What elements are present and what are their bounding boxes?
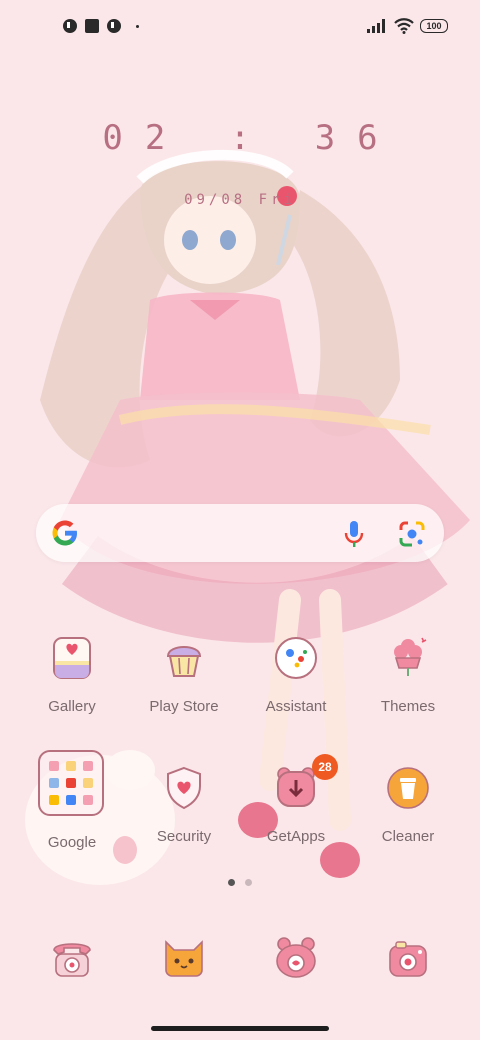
gallery-icon <box>53 637 91 679</box>
google-icon <box>52 520 77 546</box>
notification-badge: 28 <box>312 754 338 780</box>
status-bar: 100 <box>0 14 480 42</box>
app-label: Themes <box>380 698 436 715</box>
app-google-folder-label: Google <box>16 770 128 890</box>
app-gallery[interactable]: Gallery <box>16 634 128 754</box>
page-indicator[interactable] <box>0 879 480 886</box>
trash-can-icon <box>387 767 429 809</box>
google-lens-icon[interactable] <box>398 520 426 548</box>
cat-messages-icon[interactable] <box>160 934 208 982</box>
app-getapps[interactable]: 28 GetApps <box>240 754 352 884</box>
cupcake-icon <box>166 646 202 677</box>
app-label: Play Store <box>149 698 219 715</box>
app-security[interactable]: Security <box>128 764 240 884</box>
app-play-store[interactable]: Play Store <box>128 634 240 754</box>
battery-level: 100 <box>426 21 442 31</box>
app-label: Assistant <box>265 698 327 715</box>
assistant-icon <box>275 637 317 679</box>
clock-date[interactable]: 09/08 Fri <box>0 192 480 208</box>
app-square-icon <box>85 19 99 33</box>
more-notifications-dot <box>136 24 139 28</box>
page-dot-2[interactable] <box>245 879 252 886</box>
status-bar-notifications <box>62 18 139 34</box>
app-cleaner[interactable]: Cleaner <box>352 764 464 884</box>
home-indicator-bar[interactable] <box>151 1026 329 1031</box>
app-label: GetApps <box>266 828 326 845</box>
status-bar-system: 100 <box>366 18 448 34</box>
signal-icon <box>367 19 385 33</box>
app-assistant[interactable]: Assistant <box>240 634 352 754</box>
shield-heart-icon <box>167 766 201 810</box>
microphone-icon[interactable] <box>342 519 366 549</box>
clock-time[interactable]: 02 : 36 <box>0 118 480 158</box>
bear-browser-icon[interactable] <box>272 934 320 982</box>
app-label: Security <box>156 828 212 845</box>
battery-icon: 100 <box>420 19 448 33</box>
notification-icon <box>63 19 77 33</box>
app-label: Cleaner <box>381 828 435 845</box>
app-label: Google <box>47 834 97 851</box>
flower-pot-icon <box>394 637 427 676</box>
wifi-icon <box>394 18 414 34</box>
notification-icon <box>107 19 121 33</box>
app-themes[interactable]: Themes <box>352 634 464 754</box>
google-search-bar[interactable] <box>36 504 444 562</box>
page-dot-1[interactable] <box>228 879 235 886</box>
phone-icon[interactable] <box>48 934 96 982</box>
app-label: Gallery <box>48 698 96 715</box>
camera-icon[interactable] <box>384 934 432 982</box>
